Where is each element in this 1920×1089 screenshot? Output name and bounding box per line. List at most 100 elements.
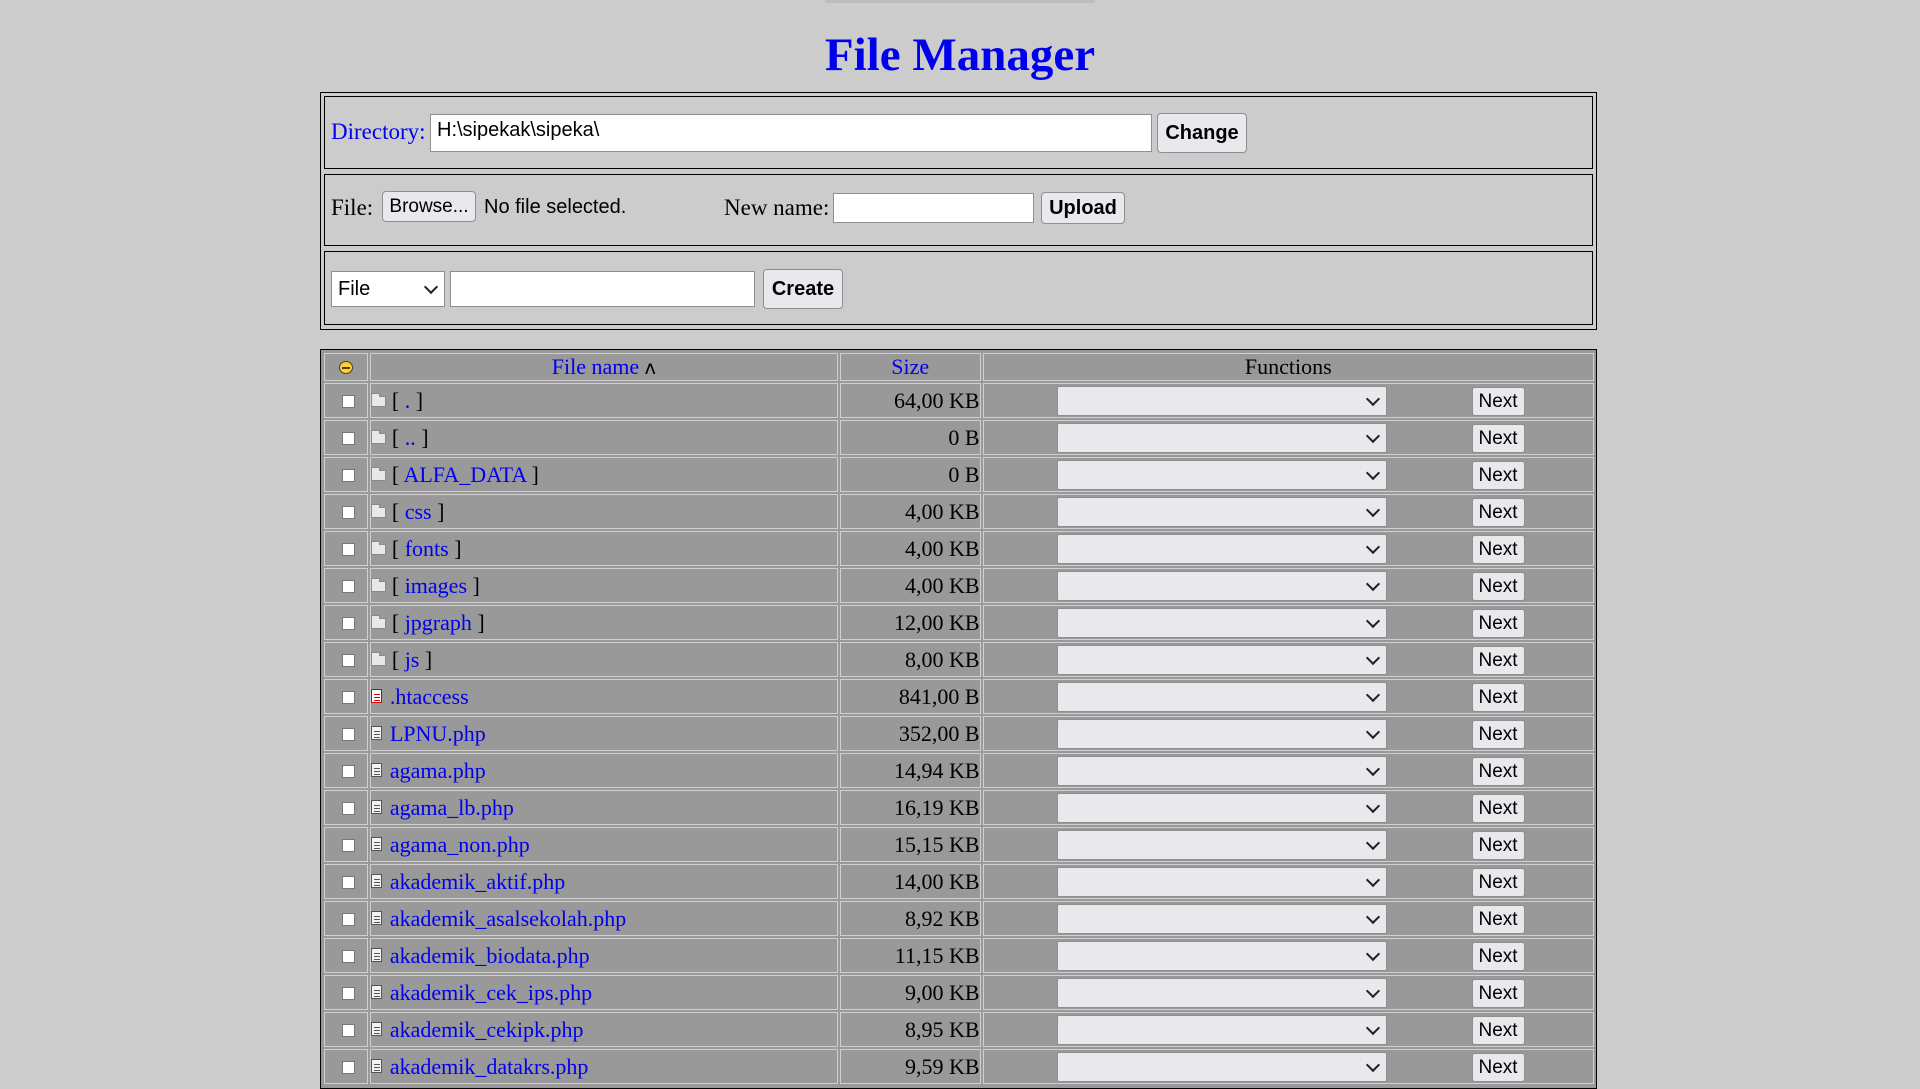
row-checkbox[interactable] [342, 950, 355, 963]
row-checkbox[interactable] [342, 395, 355, 408]
file-link[interactable]: akademik_cekipk.php [390, 1017, 584, 1042]
create-button[interactable]: Create [763, 269, 843, 309]
next-button[interactable]: Next [1471, 535, 1525, 564]
function-select[interactable] [1056, 608, 1387, 638]
row-checkbox-cell [324, 568, 368, 603]
upload-button[interactable]: Upload [1041, 192, 1125, 224]
function-select[interactable] [1056, 941, 1387, 971]
select-all-cell[interactable] [324, 353, 368, 381]
next-button[interactable]: Next [1471, 757, 1525, 786]
row-checkbox[interactable] [342, 876, 355, 889]
row-checkbox[interactable] [342, 506, 355, 519]
create-name-input[interactable] [450, 271, 755, 307]
function-select[interactable] [1056, 460, 1387, 490]
folder-link[interactable]: .. [405, 425, 416, 450]
folder-bracket-open: [ [391, 424, 405, 450]
row-checkbox[interactable] [342, 691, 355, 704]
next-button[interactable]: Next [1471, 646, 1525, 675]
function-select[interactable] [1056, 904, 1387, 934]
file-link[interactable]: agama.php [390, 758, 486, 783]
folder-link[interactable]: js [405, 647, 420, 672]
row-checkbox[interactable] [342, 469, 355, 482]
row-checkbox[interactable] [342, 728, 355, 741]
function-select[interactable] [1056, 682, 1387, 712]
row-checkbox[interactable] [342, 654, 355, 667]
row-checkbox[interactable] [342, 839, 355, 852]
change-button[interactable]: Change [1157, 113, 1247, 153]
next-button[interactable]: Next [1471, 498, 1525, 527]
function-select[interactable] [1056, 978, 1387, 1008]
header-file-name[interactable]: File name ʌ [369, 353, 838, 381]
row-checkbox[interactable] [342, 617, 355, 630]
file-link[interactable]: .htaccess [390, 684, 469, 709]
next-button[interactable]: Next [1471, 683, 1525, 712]
function-select[interactable] [1056, 497, 1387, 527]
file-name-cell: [ images ] [369, 568, 838, 603]
table-row: akademik_datakrs.php 9,59 KB Next [324, 1049, 1594, 1084]
file-icon [370, 726, 382, 741]
header-size[interactable]: Size [839, 353, 981, 381]
row-checkbox[interactable] [342, 1024, 355, 1037]
directory-input[interactable]: H:\sipekak\sipeka\ [430, 114, 1152, 152]
function-select[interactable] [1056, 571, 1387, 601]
row-checkbox[interactable] [342, 580, 355, 593]
new-name-input[interactable] [833, 193, 1034, 223]
next-button[interactable]: Next [1471, 831, 1525, 860]
next-button[interactable]: Next [1471, 424, 1525, 453]
next-button[interactable]: Next [1471, 1016, 1525, 1045]
function-select[interactable] [1056, 756, 1387, 786]
row-checkbox[interactable] [342, 987, 355, 1000]
file-link[interactable]: akademik_datakrs.php [390, 1054, 589, 1079]
next-button[interactable]: Next [1471, 942, 1525, 971]
file-link[interactable]: agama_non.php [390, 832, 530, 857]
no-file-selected-text: No file selected. [484, 196, 627, 218]
row-checkbox[interactable] [342, 1061, 355, 1074]
next-button[interactable]: Next [1471, 794, 1525, 823]
function-select[interactable] [1056, 1052, 1387, 1082]
chevron-down-icon [1365, 1020, 1380, 1036]
file-link[interactable]: akademik_aktif.php [390, 869, 565, 894]
next-button[interactable]: Next [1471, 868, 1525, 897]
file-link[interactable]: akademik_biodata.php [390, 943, 590, 968]
create-type-select[interactable]: File [331, 271, 445, 307]
browse-button[interactable]: Browse... [382, 191, 476, 222]
function-select[interactable] [1056, 867, 1387, 897]
file-link[interactable]: LPNU.php [390, 721, 486, 746]
header-file-name-label[interactable]: File name [552, 354, 639, 379]
row-checkbox[interactable] [342, 802, 355, 815]
function-select[interactable] [1056, 645, 1387, 675]
chevron-down-icon [1365, 983, 1380, 999]
table-row: agama_non.php 15,15 KB Next [324, 827, 1594, 862]
folder-link[interactable]: images [405, 573, 467, 598]
next-button[interactable]: Next [1471, 461, 1525, 490]
next-button[interactable]: Next [1471, 979, 1525, 1008]
file-link[interactable]: akademik_cek_ips.php [390, 980, 592, 1005]
file-link[interactable]: akademik_asalsekolah.php [390, 906, 626, 931]
function-select[interactable] [1056, 534, 1387, 564]
next-button[interactable]: Next [1471, 1053, 1525, 1082]
smiley-icon[interactable] [338, 361, 353, 374]
function-select[interactable] [1056, 1015, 1387, 1045]
function-select[interactable] [1056, 830, 1387, 860]
file-link[interactable]: agama_lb.php [390, 795, 514, 820]
function-select[interactable] [1056, 719, 1387, 749]
row-checkbox[interactable] [342, 432, 355, 445]
next-button[interactable]: Next [1471, 609, 1525, 638]
next-button[interactable]: Next [1471, 387, 1525, 416]
functions-cell: Next [982, 531, 1594, 566]
next-button[interactable]: Next [1471, 905, 1525, 934]
row-checkbox[interactable] [342, 913, 355, 926]
row-checkbox[interactable] [342, 543, 355, 556]
row-checkbox[interactable] [342, 765, 355, 778]
function-select[interactable] [1056, 793, 1387, 823]
function-select[interactable] [1056, 423, 1387, 453]
folder-link[interactable]: jpgraph [405, 610, 472, 635]
function-select[interactable] [1056, 386, 1387, 416]
folder-link[interactable]: css [405, 499, 432, 524]
next-button[interactable]: Next [1471, 572, 1525, 601]
folder-link[interactable]: fonts [405, 536, 449, 561]
file-size: 11,15 KB [839, 938, 981, 973]
folder-link[interactable]: ALFA_DATA [403, 462, 526, 487]
next-button[interactable]: Next [1471, 720, 1525, 749]
functions-cell: Next [982, 901, 1594, 936]
